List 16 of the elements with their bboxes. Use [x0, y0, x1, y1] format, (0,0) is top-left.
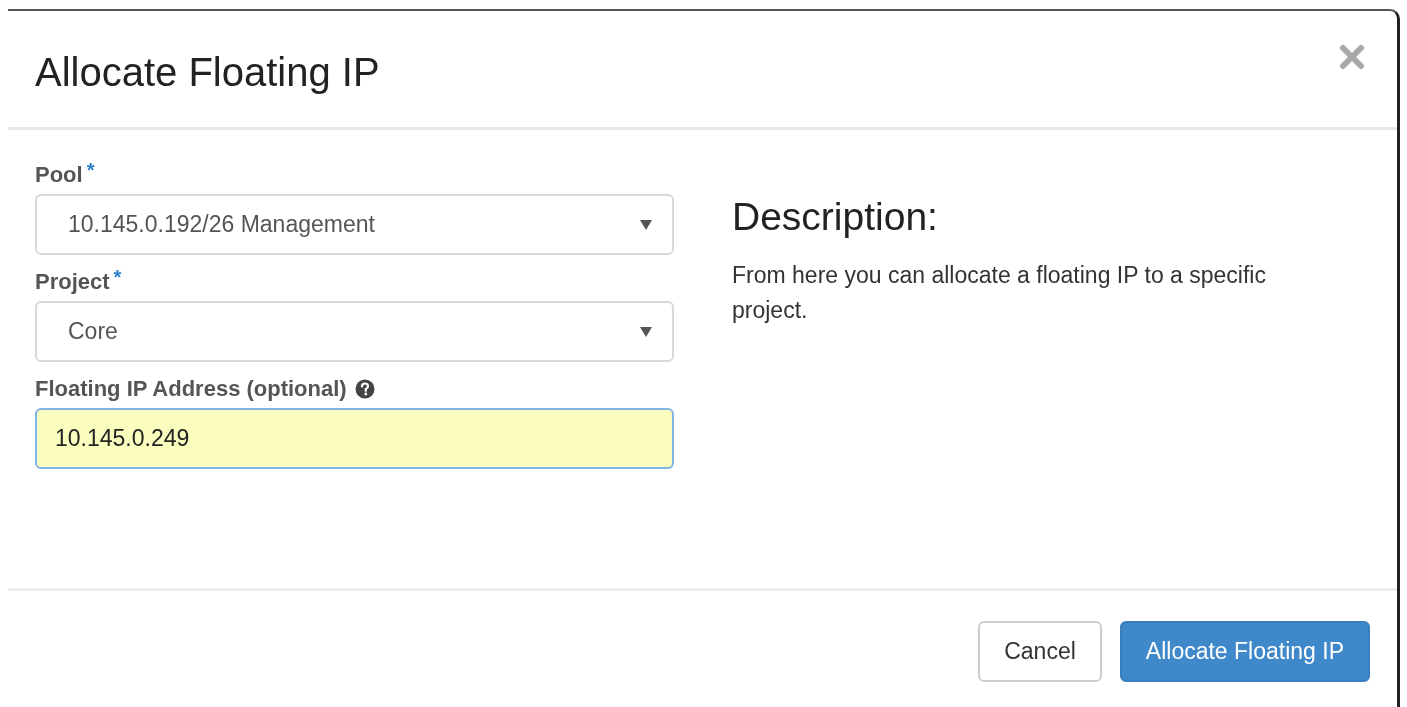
- field-label: Project: [35, 268, 110, 296]
- allocate-button[interactable]: Allocate Floating IP: [1119, 621, 1370, 682]
- description-heading: Description:: [732, 194, 939, 240]
- select-field[interactable]: Core: [35, 301, 674, 362]
- required-mark: *: [113, 267, 122, 287]
- field-label: Floating IP Address (optional): [35, 375, 347, 403]
- description-text: From here you can allocate a floating IP to a specific project.: [732, 261, 1267, 325]
- caret-icon: [640, 326, 652, 337]
- caret-icon: [640, 219, 652, 230]
- help-icon[interactable]: [354, 379, 375, 399]
- cancel-button[interactable]: Cancel: [978, 621, 1102, 682]
- dialog-title: Allocate Floating IP: [35, 49, 380, 95]
- required-mark: *: [86, 160, 95, 180]
- field-label: Pool: [35, 161, 83, 189]
- input-field[interactable]: 10.145.0.249: [35, 408, 674, 469]
- select-field[interactable]: 10.145.0.192/26 Management: [35, 194, 674, 255]
